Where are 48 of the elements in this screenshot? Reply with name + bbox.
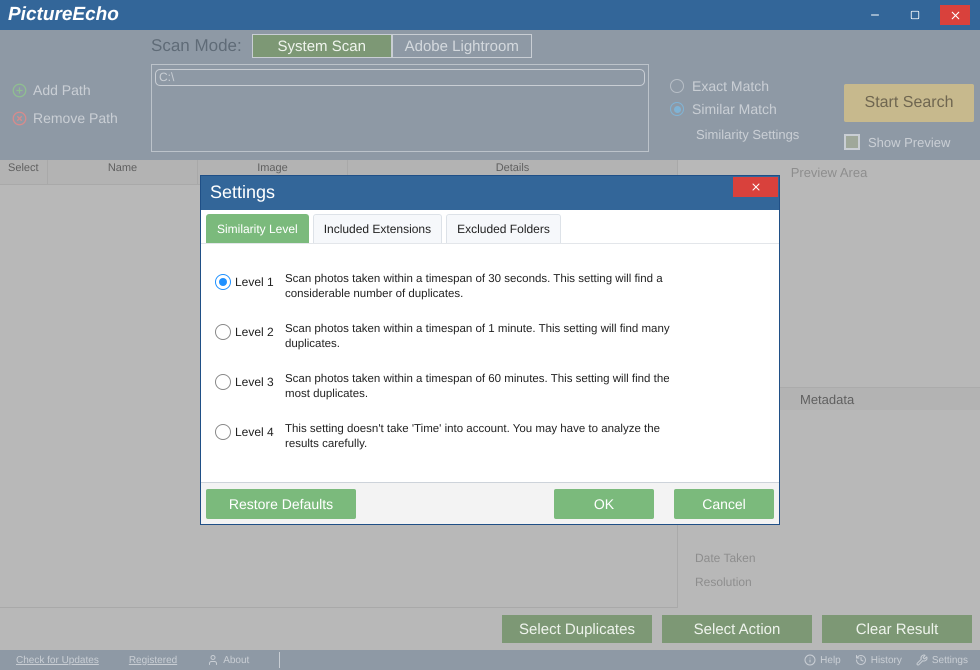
maximize-icon — [910, 10, 920, 20]
dialog-title: Settings — [209, 181, 276, 203]
status-link[interactable]: Help — [804, 654, 841, 666]
level-radio[interactable]: Level 1 — [215, 274, 285, 290]
dialog-tab[interactable]: Included Extensions — [312, 214, 442, 243]
level-radio[interactable]: Level 4 — [215, 424, 285, 440]
action-button[interactable]: Select Duplicates — [502, 615, 652, 643]
level-radio[interactable]: Level 2 — [215, 324, 285, 340]
help-icon — [804, 654, 816, 666]
level-description: Scan photos taken within a timespan of 60 minutes. This setting will find the most duplicates. — [285, 372, 671, 402]
status-link[interactable]: Settings — [916, 654, 968, 666]
show-preview-checkbox[interactable]: Show Preview — [844, 134, 980, 150]
scan-mode-option[interactable]: System Scan — [252, 34, 392, 58]
level-description: Scan photos taken within a timespan of 1 minute. This setting will find many duplicates. — [285, 322, 671, 352]
start-search-button[interactable]: Start Search — [844, 84, 974, 122]
scan-mode-option[interactable]: Adobe Lightroom — [392, 34, 532, 58]
wrench-icon — [916, 654, 928, 666]
app-logo: PictureEcho — [8, 4, 120, 26]
add-path-button[interactable]: Add Path — [12, 82, 91, 98]
status-link[interactable]: Check for Updates — [16, 654, 99, 666]
close-circle-icon — [12, 110, 27, 126]
clock-icon — [854, 654, 867, 666]
level-radio[interactable]: Level 3 — [215, 374, 285, 390]
match-mode-radio[interactable]: Similar Match — [670, 101, 777, 117]
action-button[interactable]: Clear Result — [822, 615, 972, 643]
restore-defaults-button[interactable]: Restore Defaults — [206, 488, 356, 518]
similarity-settings-link[interactable]: Similarity Settings — [670, 127, 840, 142]
status-link[interactable]: History — [854, 654, 902, 666]
close-icon — [750, 181, 762, 193]
status-link[interactable]: About — [207, 654, 250, 666]
status-link[interactable]: Registered — [128, 654, 178, 666]
person-icon — [207, 654, 220, 666]
match-mode-radio[interactable]: Exact Match — [670, 78, 770, 94]
dialog-tab[interactable]: Excluded Folders — [446, 214, 561, 243]
remove-path-button[interactable]: Remove Path — [12, 110, 118, 126]
close-icon — [948, 8, 962, 22]
plus-circle-icon — [12, 82, 27, 98]
path-field[interactable]: C:\ — [155, 68, 645, 86]
close-button[interactable] — [733, 177, 778, 197]
close-button[interactable] — [940, 5, 970, 25]
dialog-tab[interactable]: Similarity Level — [206, 214, 309, 243]
level-description: This setting doesn't take 'Time' into account. You may have to analyze the results carefully. — [285, 422, 662, 452]
ok-button[interactable]: OK — [554, 488, 654, 518]
level-description: Scan photos taken within a timespan of 30 seconds. This setting will find a considerable number of duplicates. — [285, 272, 664, 302]
action-button[interactable]: Select Action — [662, 615, 812, 643]
column-header: Select — [0, 160, 48, 184]
column-header: Name — [48, 160, 198, 184]
cancel-button[interactable]: Cancel — [674, 488, 774, 518]
